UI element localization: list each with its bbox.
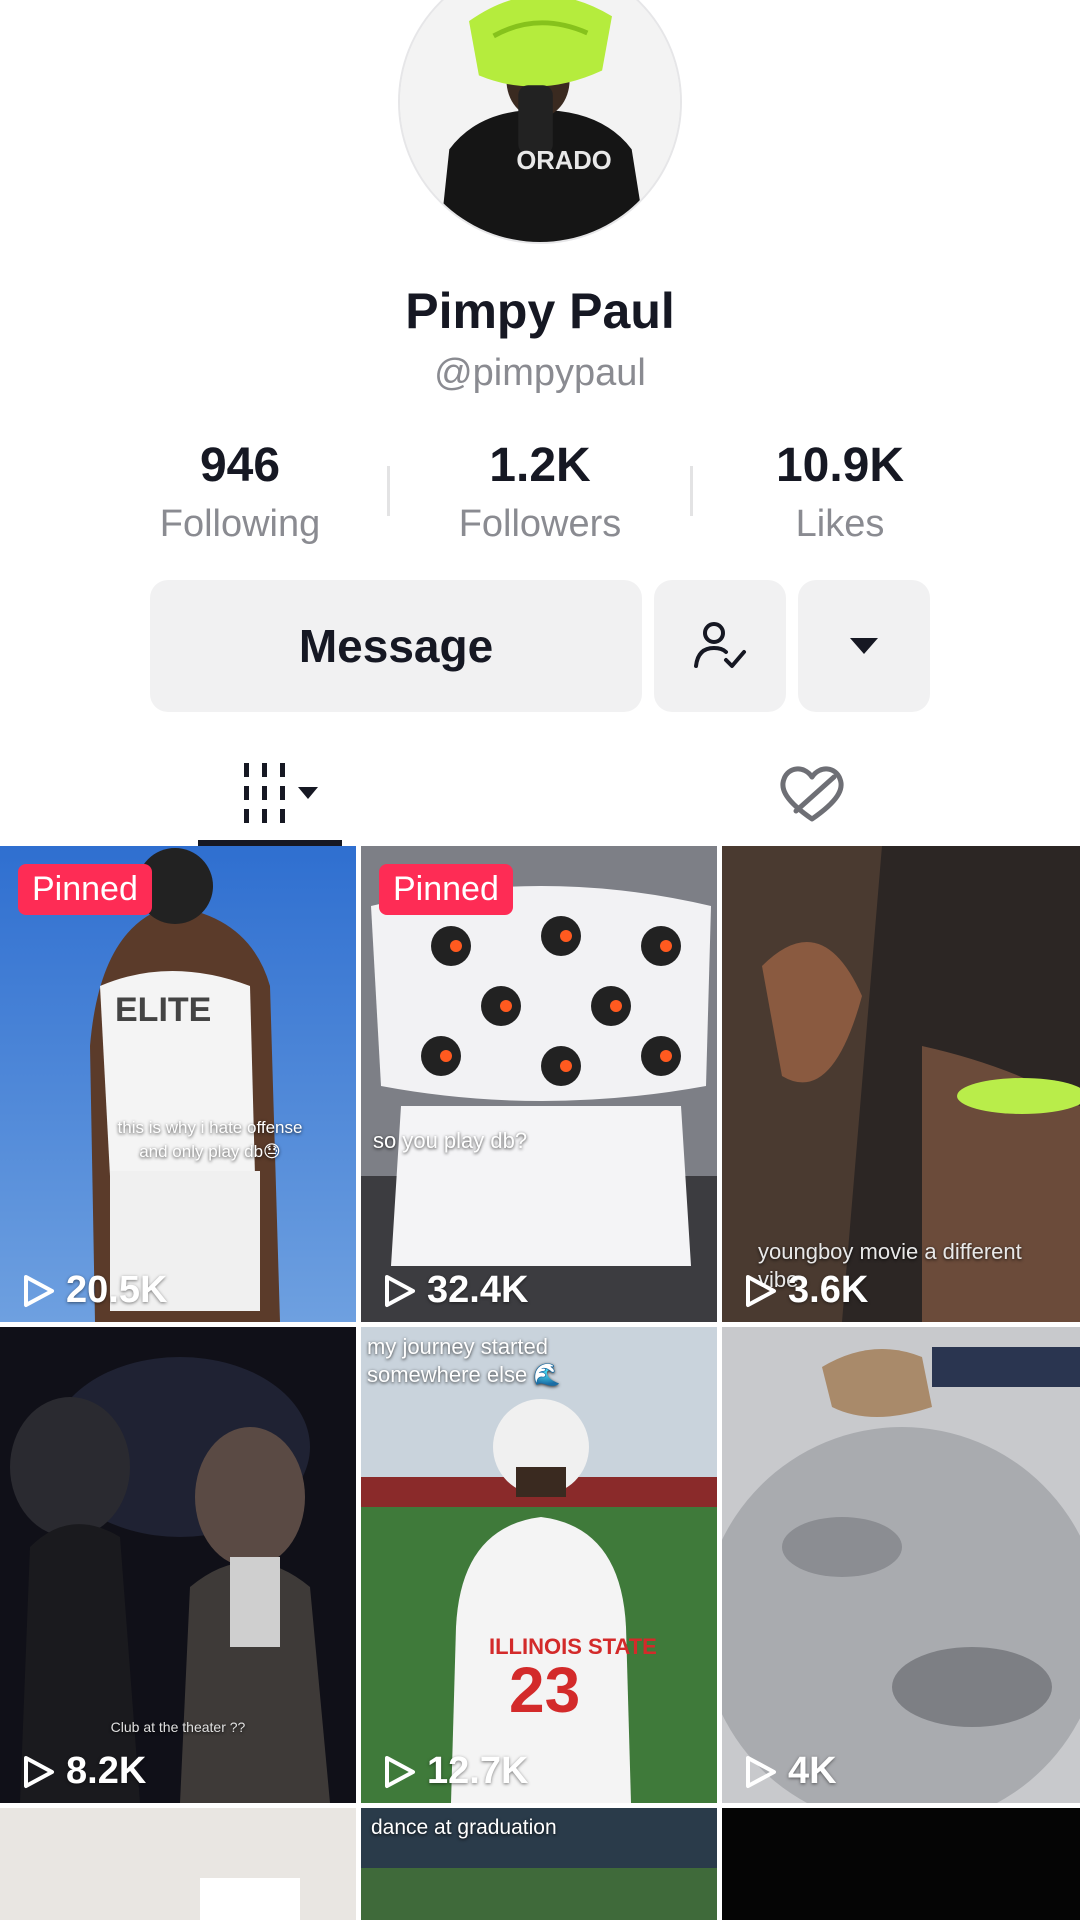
video-tile[interactable]: dance at graduation <box>361 1808 717 1920</box>
play-outline-icon <box>746 1755 776 1788</box>
profile-name: Pimpy Paul <box>405 283 675 339</box>
video-thumbnail: ELITE <box>0 846 356 1322</box>
video-thumbnail <box>361 846 717 1322</box>
video-caption: dance at graduation <box>371 1816 557 1839</box>
video-caption: Club at the theater ?? <box>110 1719 246 1735</box>
video-thumbnail <box>722 1327 1080 1803</box>
stat-following-label: Following <box>159 503 321 545</box>
pinned-badge: Pinned <box>18 864 152 915</box>
stat-following[interactable]: 946 Following <box>110 438 370 546</box>
stat-likes[interactable]: 10.9K Likes <box>710 438 970 546</box>
view-count: 20.5K <box>20 1269 167 1312</box>
video-thumbnail: ILLINOIS STATE 23 <box>361 1327 717 1803</box>
video-tile[interactable] <box>722 1808 1080 1920</box>
video-tile[interactable]: ELITE Pinned this is why i hate offense … <box>0 846 356 1322</box>
profile-avatar[interactable]: ORADO <box>398 0 682 244</box>
view-count-label: 8.2K <box>66 1750 147 1792</box>
view-count-label: 12.7K <box>427 1750 529 1792</box>
play-outline-icon <box>746 1274 776 1307</box>
user-check-icon <box>694 622 746 668</box>
video-caption: my journey started somewhere else 🌊 <box>367 1334 561 1387</box>
stat-followers-value: 1.2K <box>489 439 591 492</box>
view-count: 3.6K <box>742 1269 868 1312</box>
avatar-jersey-text: ORADO <box>516 147 611 175</box>
video-caption: so you play db? <box>373 1128 528 1153</box>
view-count: 12.7K <box>381 1750 528 1793</box>
grid-bars-icon <box>244 763 318 823</box>
stat-divider <box>690 466 693 516</box>
video-tile[interactable]: youngboy movie a different vibe 3.6K <box>722 846 1080 1322</box>
view-count: 32.4K <box>381 1269 528 1312</box>
jersey-number: 23 <box>509 1654 580 1726</box>
view-count-label: 4K <box>788 1750 837 1792</box>
video-tile[interactable]: 4K <box>722 1327 1080 1803</box>
view-count-label: 20.5K <box>66 1269 168 1311</box>
stat-divider <box>387 466 390 516</box>
avatar-image: ORADO <box>400 0 680 242</box>
view-count-label: 32.4K <box>427 1269 529 1311</box>
stat-following-value: 946 <box>199 439 281 492</box>
profile-tabs <box>0 740 1080 846</box>
play-outline-icon <box>385 1274 415 1307</box>
video-caption: this is why i hate offense and only play… <box>117 1118 303 1161</box>
play-outline-icon <box>24 1755 54 1788</box>
view-count-label: 3.6K <box>788 1269 869 1311</box>
profile-handle: @pimpypaul <box>434 352 646 394</box>
video-grid: ELITE Pinned this is why i hate offense … <box>0 846 1080 1920</box>
stat-likes-value: 10.9K <box>775 439 905 492</box>
message-button[interactable]: Message <box>150 580 642 712</box>
video-tile[interactable]: ILLINOIS STATE 23 my journey started som… <box>361 1327 717 1803</box>
video-tile[interactable]: Pinned so you play db? 32.4K <box>361 846 717 1322</box>
play-outline-icon <box>385 1755 415 1788</box>
following-status-button[interactable] <box>654 580 786 712</box>
view-count: 8.2K <box>20 1750 146 1793</box>
video-thumbnail <box>0 1808 356 1920</box>
video-tile[interactable]: Club at the theater ?? 8.2K <box>0 1327 356 1803</box>
stat-likes-label: Likes <box>795 503 885 545</box>
caret-down-icon <box>850 638 878 654</box>
tab-liked[interactable] <box>760 740 864 846</box>
pinned-badge: Pinned <box>379 864 513 915</box>
more-suggestions-button[interactable] <box>798 580 930 712</box>
play-outline-icon <box>24 1274 54 1307</box>
jersey-text: ELITE <box>115 991 211 1029</box>
video-tile[interactable] <box>0 1808 356 1920</box>
stat-followers-label: Followers <box>458 503 622 545</box>
tab-videos[interactable] <box>198 740 342 846</box>
view-count: 4K <box>742 1750 837 1793</box>
stat-followers[interactable]: 1.2K Followers <box>410 438 670 546</box>
hidden-heart-icon <box>780 766 844 822</box>
